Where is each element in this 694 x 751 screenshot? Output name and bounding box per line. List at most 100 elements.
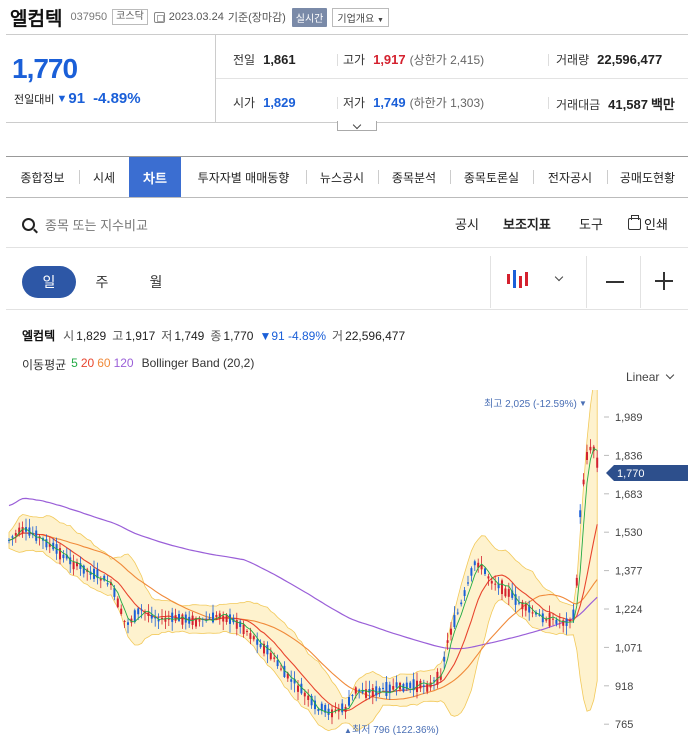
chevron-down-icon (666, 370, 675, 380)
prev-close-value: 1,861 (263, 52, 296, 67)
price-axis-label: 1,071 (615, 642, 643, 654)
chevron-down-icon[interactable] (554, 272, 564, 282)
lower-limit: (하한가 1,303) (409, 96, 485, 110)
divider (548, 97, 549, 109)
tab-short-selling[interactable]: 공매도현황 (607, 157, 688, 197)
max-marker-icon: ▼ (579, 399, 587, 408)
tab-investor-trading[interactable]: 투자자별 매매동향 (181, 157, 306, 197)
min-price-label: 최저 796 (122.36%) (352, 724, 439, 736)
price-axis-label: 1,989 (615, 412, 643, 424)
high-value: 1,917 (373, 52, 406, 67)
price-axis-label: 765 (615, 719, 633, 731)
divider (337, 97, 338, 109)
indicator-legend: 이동평균 5 20 60 120 Bollinger Band (20,2) (22, 356, 259, 373)
price-axis-label: 1,224 (615, 604, 643, 616)
expand-toggle-button[interactable] (337, 121, 377, 131)
tab-disclosure[interactable]: 전자공시 (533, 157, 607, 197)
open-label: 시가 (233, 96, 256, 110)
low-value: 1,749 (373, 95, 406, 110)
divider (640, 256, 641, 308)
volume-label: 거래량 (556, 53, 590, 67)
indicators-button[interactable]: 보조지표 (503, 214, 551, 233)
summary-close: 1,770 (223, 329, 254, 343)
price-axis-label: 1,530 (615, 527, 643, 539)
price-summary: 1,770 전일대비 ▼ 91 -4.89% 전일 1,861 고가 1,917… (6, 34, 688, 123)
scale-select[interactable]: Linear (626, 370, 675, 384)
zoom-out-button[interactable] (606, 281, 624, 283)
tab-discussion[interactable]: 종목토론실 (450, 157, 533, 197)
ma20-legend: 20 (80, 356, 95, 370)
stock-code: 037950 (70, 11, 108, 23)
change-label: 전일대비 (14, 93, 55, 106)
close-key: 종 (210, 329, 222, 343)
summary-low: 1,749 (174, 329, 205, 343)
summary-open: 1,829 (76, 329, 107, 343)
tab-overview[interactable]: 종합정보 (6, 157, 79, 197)
ma-label: 이동평균 (22, 358, 67, 372)
price-basis: 기준(장마감) (227, 12, 286, 24)
notice-button[interactable]: 공시 (455, 214, 479, 233)
ohlc-summary: 엘컴텍 시 1,829 고 1,917 저 1,749 종 1,770 ▼91 -4.8… (22, 327, 411, 344)
period-week-button[interactable]: 주 (86, 266, 118, 298)
divider (337, 54, 338, 66)
zoom-in-button[interactable] (655, 272, 673, 290)
stock-header: 엘컴텍 037950 코스닥 2023.03.24 기준(장마감) 실시간 기업… (0, 0, 694, 34)
price-axis-label: 1,836 (615, 450, 643, 462)
tools-button[interactable]: 도구 (579, 214, 603, 233)
company-info-button[interactable]: 기업개요 ▼ (332, 7, 389, 27)
divider (216, 78, 688, 79)
print-button[interactable]: 인쇄 (628, 214, 668, 233)
volume: 거래량 22,596,477 (556, 51, 662, 68)
compare-search[interactable]: 종목 또는 지수비교 (22, 211, 148, 237)
amount-unit: 백만 (650, 97, 675, 112)
realtime-button[interactable]: 실시간 (291, 7, 328, 27)
price-chart[interactable]: 1,989 1,836 1,683 1,530 1,377 1,224 1,071 918 76… (0, 390, 694, 751)
upper-limit: (상한가 2,415) (409, 53, 485, 67)
candlestick-chart-icon[interactable] (506, 268, 532, 292)
ma60-legend: 60 (97, 356, 111, 370)
current-price-tag: 1,770 (606, 465, 688, 481)
stock-name: 엘컴텍 (10, 8, 63, 30)
tab-chart[interactable]: 차트 (129, 157, 181, 197)
max-price-label: 최고 2,025 (-12.59%) (484, 398, 577, 410)
down-triangle-icon: ▼ (56, 92, 68, 105)
current-price-panel: 1,770 전일대비 ▼ 91 -4.89% (6, 35, 216, 122)
divider (490, 256, 491, 308)
summary-change: ▼91 -4.89% (259, 329, 327, 343)
search-icon (22, 217, 35, 231)
low-key: 저 (161, 329, 173, 343)
prev-close: 전일 1,861 (233, 51, 296, 68)
high-key: 고 (112, 329, 124, 343)
tab-news[interactable]: 뉴스공시 (306, 157, 378, 197)
high-label: 고가 (343, 53, 366, 67)
search-input[interactable]: 종목 또는 지수비교 (45, 215, 148, 234)
divider (6, 247, 688, 248)
period-day-button[interactable]: 일 (22, 266, 76, 298)
summary-name: 엘컴텍 (22, 329, 56, 343)
open-value: 1,829 (263, 95, 296, 110)
price-axis-label: 918 (615, 681, 633, 693)
chevron-down-icon: ▼ (376, 16, 384, 24)
price-change: 전일대비 ▼ 91 -4.89% (14, 90, 141, 107)
candlestick (348, 689, 350, 708)
prev-close-label: 전일 (233, 53, 256, 67)
price-axis-label: 1,683 (615, 489, 643, 501)
min-marker-icon: ▲ (344, 726, 352, 735)
current-price-tag-text: 1,770 (617, 468, 645, 480)
low-price: 저가 1,749 (하한가 1,303) (343, 94, 484, 111)
open-key: 시 (63, 329, 75, 343)
open-price: 시가 1,829 (233, 94, 296, 111)
company-info-label: 기업개요 (337, 13, 375, 25)
period-month-button[interactable]: 월 (140, 266, 172, 298)
bollinger-legend: Bollinger Band (20,2) (141, 356, 255, 370)
summary-volume: 22,596,477 (345, 329, 406, 343)
divider (548, 54, 549, 66)
price-axis-label: 1,377 (615, 566, 643, 578)
tab-quotes[interactable]: 시세 (79, 157, 129, 197)
summary-high: 1,917 (125, 329, 156, 343)
printer-icon (628, 214, 641, 230)
divider (6, 309, 688, 310)
clock-icon (153, 11, 165, 23)
main-tabs: 종합정보 시세 차트 투자자별 매매동향 뉴스공시 종목분석 종목토론실 전자공… (6, 156, 688, 198)
tab-analysis[interactable]: 종목분석 (378, 157, 450, 197)
